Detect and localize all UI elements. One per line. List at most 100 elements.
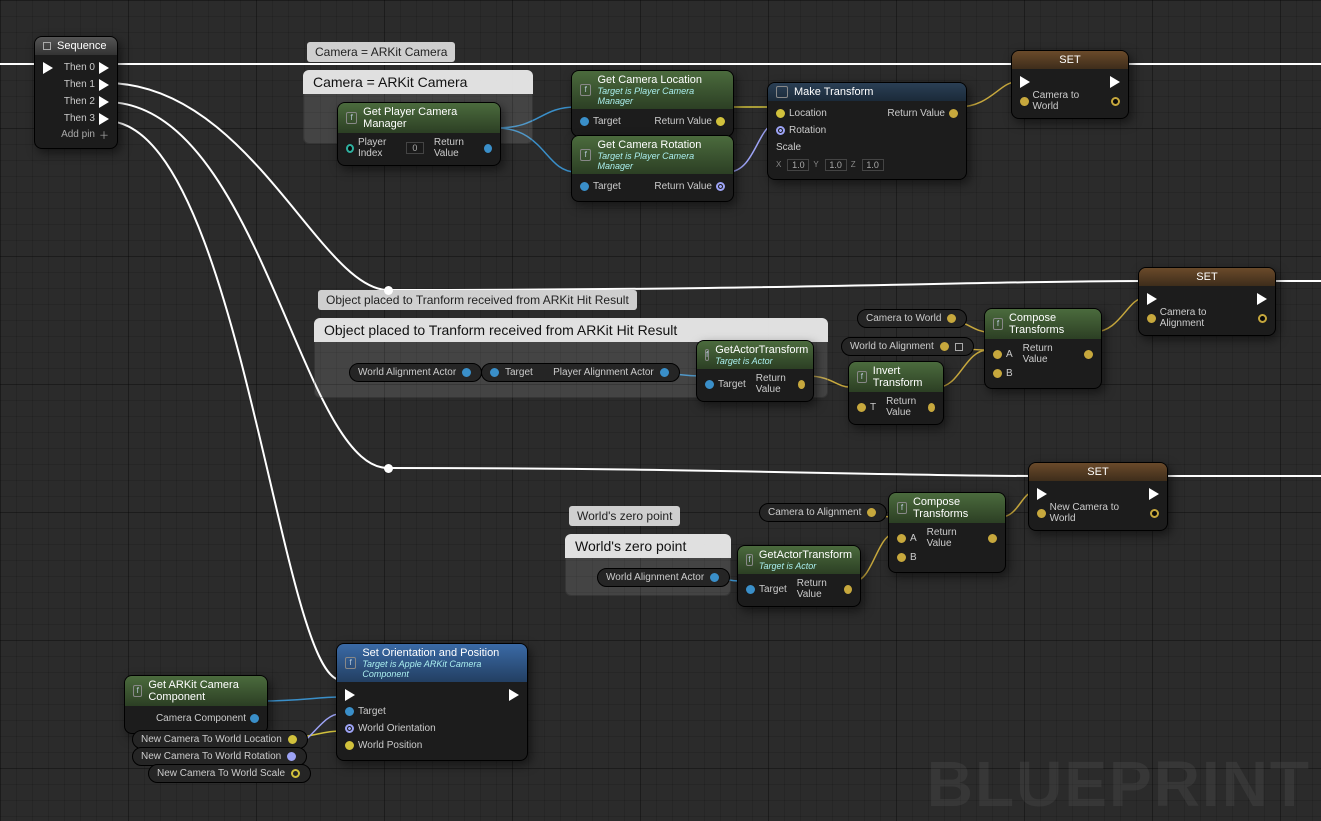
return-value-pin[interactable]: Return Value [1023,343,1093,365]
return-value-pin[interactable]: Return Value [654,116,725,127]
var-new-cam-scale[interactable]: New Camera To World Scale [148,764,311,783]
set-orientation-position-node[interactable]: fSet Orientation and PositionTarget is A… [336,643,528,761]
player-index-pin[interactable]: Player Index0 [346,137,424,159]
get-arkit-camera-component-node[interactable]: fGet ARKit Camera Component Camera Compo… [124,675,268,734]
var-target-pill[interactable]: Target Player Alignment Actor [481,363,680,382]
reroute-node-2[interactable] [384,464,393,473]
target-pin[interactable]: Target [580,181,621,192]
b-pin[interactable]: B [993,368,1013,379]
node-title: Set Orientation and Position [362,647,499,659]
target-pin[interactable]: Target [345,706,386,717]
exec-out[interactable] [1257,293,1267,305]
comment-camera-title: Camera = ARKit Camera [303,70,533,94]
return-value-pin[interactable]: Return Value [887,108,958,119]
sequence-icon [43,42,51,50]
function-icon: f [133,685,142,697]
var-pin[interactable]: Camera to Alignment [1147,307,1248,329]
b-pin[interactable]: B [897,552,917,563]
exec-in[interactable] [1037,488,1047,500]
node-title: Make Transform [794,86,873,98]
blueprint-watermark: BLUEPRINT [927,747,1311,821]
comment-zero-hint: World's zero point [569,506,680,526]
target-pin[interactable]: Target [705,379,746,390]
comment-object-hint: Object placed to Tranform received from … [318,290,637,310]
return-value-pin[interactable]: Return Value [756,373,805,395]
get-camera-rotation-node[interactable]: fGet Camera RotationTarget is Player Cam… [571,135,734,202]
return-value-pin[interactable]: Return Value [886,396,935,418]
out-pin[interactable] [1111,97,1120,106]
sequence-then3[interactable]: Then 3 [64,113,109,125]
exec-out[interactable] [1110,76,1120,88]
rotation-pin[interactable]: Rotation [776,125,826,136]
node-title: SET [1196,271,1217,283]
sequence-title: Sequence [57,40,107,52]
node-title: SET [1059,54,1080,66]
target-pin[interactable]: Target [580,116,621,127]
out-pin[interactable] [1258,314,1267,323]
get-player-camera-manager-node[interactable]: f Get Player Camera Manager Player Index0… [337,102,501,166]
exec-out[interactable] [1149,488,1159,500]
compose-transforms-1-node[interactable]: f Compose Transforms A Return Value B [984,308,1102,389]
get-actor-transform-2-node[interactable]: fGetActorTransformTarget is Actor Target… [737,545,861,607]
return-value-pin[interactable]: Return Value [654,181,725,192]
function-icon: f [346,112,357,124]
reroute-node-1[interactable] [384,286,393,295]
var-pin[interactable]: Camera to World [1020,90,1101,112]
function-icon: f [345,657,356,669]
sequence-exec-in[interactable] [43,62,53,74]
scale-input[interactable]: X1.0Y1.0Z1.0 [776,159,884,171]
get-actor-transform-1-node[interactable]: fGetActorTransformTarget is Actor Target… [696,340,814,402]
set-camera-to-alignment-node[interactable]: SET Camera to Alignment [1138,267,1276,336]
location-pin[interactable]: Location [776,108,827,119]
camera-component-pin[interactable]: Camera Component [156,713,259,724]
compose-transforms-2-node[interactable]: f Compose Transforms A Return Value B [888,492,1006,573]
function-icon: f [993,318,1003,330]
return-value-pin[interactable]: Return Value [434,137,492,159]
function-icon: f [580,84,591,96]
var-world-to-alignment[interactable]: World to Alignment [841,337,974,356]
node-title: Compose Transforms [913,496,997,520]
return-value-pin[interactable]: Return Value [797,578,852,600]
node-title: Get Camera Rotation [597,139,701,151]
sequence-then2[interactable]: Then 2 [64,96,109,108]
exec-in[interactable] [1147,293,1157,305]
function-icon: f [897,502,907,514]
invert-transform-node[interactable]: fInvert Transform TReturn Value [848,361,944,425]
node-title: Get Player Camera Manager [363,106,492,130]
make-transform-node[interactable]: Make Transform Location Return Value Rota… [767,82,967,180]
function-icon: f [705,349,709,361]
set-new-camera-to-world-node[interactable]: SET New Camera to World [1028,462,1168,531]
node-title: Invert Transform [873,365,935,389]
var-camera-to-world[interactable]: Camera to World [857,309,967,328]
a-pin[interactable]: A [993,349,1013,360]
var-world-alignment-actor-2[interactable]: World Alignment Actor [597,568,730,587]
struct-icon [776,86,788,98]
sequence-addpin[interactable]: Add pin＋ [43,127,109,142]
return-value-pin[interactable]: Return Value [927,527,997,549]
var-world-alignment-actor[interactable]: World Alignment Actor [349,363,482,382]
plus-icon: ＋ [99,127,109,142]
world-position-pin[interactable]: World Position [345,740,422,751]
sequence-node[interactable]: Sequence Then 0 Then 1 Then 2 Then 3 Add… [34,36,118,149]
t-pin[interactable]: T [857,402,876,413]
comment-camera-hint: Camera = ARKit Camera [307,42,455,62]
target-pin[interactable]: Target [746,584,787,595]
set-camera-to-world-node[interactable]: SET Camera to World [1011,50,1129,119]
sequence-then1[interactable]: Then 1 [64,79,109,91]
exec-out[interactable] [509,689,519,701]
function-icon: f [580,149,591,161]
world-orientation-pin[interactable]: World Orientation [345,723,436,734]
comment-object-title: Object placed to Tranform received from … [314,318,828,342]
node-title: Compose Transforms [1009,312,1093,336]
sequence-header: Sequence [35,37,117,55]
get-camera-location-node[interactable]: fGet Camera LocationTarget is Player Cam… [571,70,734,137]
var-camera-to-alignment[interactable]: Camera to Alignment [759,503,887,522]
sequence-then0[interactable]: Then 0 [64,62,109,74]
out-pin[interactable] [1150,509,1159,518]
exec-in[interactable] [1020,76,1030,88]
player-index-input[interactable]: 0 [406,142,424,154]
exec-in[interactable] [345,689,355,701]
expand-icon[interactable] [955,343,963,351]
var-pin[interactable]: New Camera to World [1037,502,1140,524]
a-pin[interactable]: A [897,533,917,544]
